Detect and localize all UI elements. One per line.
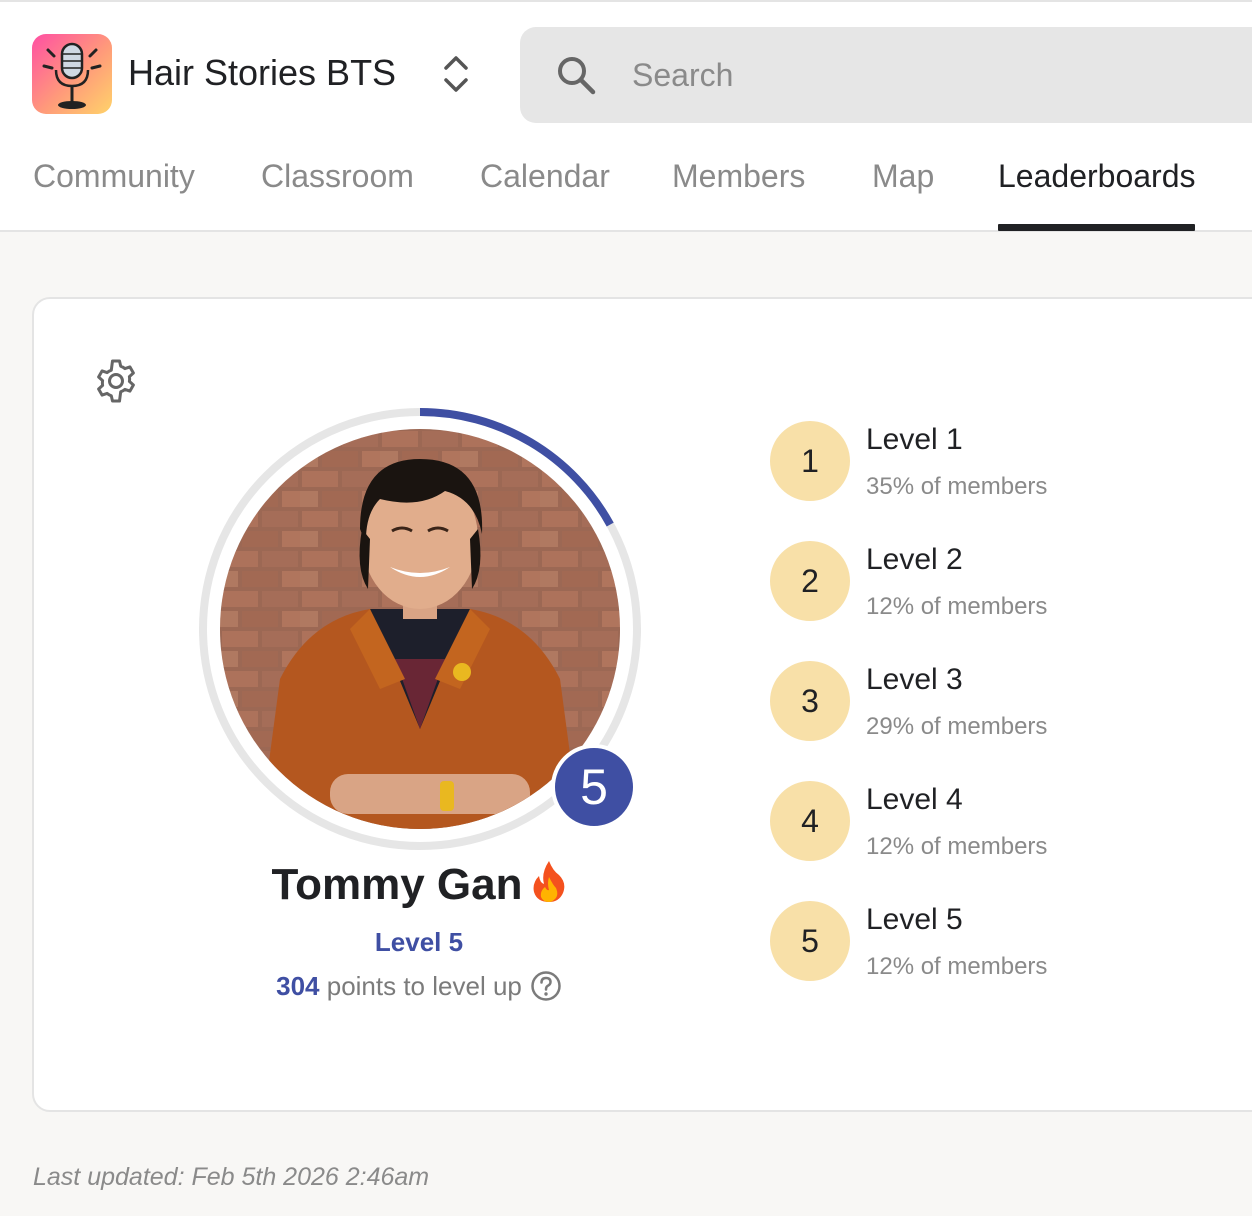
app-title[interactable]: Hair Stories BTS: [128, 52, 396, 94]
level-member-share: 35% of members: [866, 473, 1048, 500]
app-logo[interactable]: [32, 34, 112, 114]
nav-tabs: Community Classroom Calendar Members Map…: [0, 132, 1252, 232]
level-name: Level 2: [866, 543, 963, 576]
level-member-share: 29% of members: [866, 713, 1048, 740]
points-to-level-up: 304 points to level up: [34, 970, 804, 1002]
tab-members[interactable]: Members: [672, 158, 805, 195]
user-name-text: Tommy Gan: [271, 860, 523, 909]
search-input[interactable]: [632, 49, 1192, 101]
level-number-circle: 5: [770, 901, 850, 981]
user-level-label: Level 5: [374, 927, 464, 957]
avatar-with-progress: 5: [198, 407, 642, 851]
level-number-circle: 1: [770, 421, 850, 501]
leaderboard-card: 5 Tommy Gan Level 5 304 points to level …: [32, 297, 1252, 1112]
level-item-5: 5 Level 5 12% of members: [770, 899, 1250, 983]
tab-community[interactable]: Community: [33, 158, 195, 195]
top-header: Hair Stories BTS Community Classroom Cal…: [0, 0, 1252, 232]
points-value: 304: [276, 971, 320, 1001]
search-icon: [558, 57, 596, 95]
level-number-circle: 2: [770, 541, 850, 621]
fire-icon: [533, 861, 564, 902]
tab-leaderboards[interactable]: Leaderboards: [998, 158, 1195, 195]
gear-icon[interactable]: [92, 357, 140, 405]
points-suffix: points to level up: [326, 971, 522, 1001]
level-item-4: 4 Level 4 12% of members: [770, 779, 1250, 863]
level-member-share: 12% of members: [866, 593, 1048, 620]
question-circle-icon[interactable]: [530, 970, 562, 1002]
tab-calendar[interactable]: Calendar: [480, 158, 610, 195]
level-item-2: 2 Level 2 12% of members: [770, 539, 1250, 623]
community-switcher[interactable]: [436, 52, 476, 96]
level-name: Level 5: [866, 903, 963, 936]
level-name: Level 1: [866, 423, 963, 456]
level-number-circle: 3: [770, 661, 850, 741]
tab-classroom[interactable]: Classroom: [261, 158, 414, 195]
last-updated-timestamp: Last updated: Feb 5th 2026 2:46am: [33, 1163, 430, 1191]
level-member-share: 12% of members: [866, 833, 1048, 860]
search-box[interactable]: [520, 27, 1252, 123]
level-member-share: 12% of members: [866, 953, 1048, 980]
level-item-3: 3 Level 3 29% of members: [770, 659, 1250, 743]
level-name: Level 3: [866, 663, 963, 696]
active-tab-indicator: [998, 224, 1195, 231]
microphone-icon: [42, 42, 102, 109]
level-name: Level 4: [866, 783, 963, 816]
level-item-1: 1 Level 1 35% of members: [770, 419, 1250, 503]
level-number-circle: 4: [770, 781, 850, 861]
chevron-up-down-icon: [444, 56, 468, 92]
tab-map[interactable]: Map: [872, 158, 934, 195]
level-badge: 5: [551, 744, 637, 830]
user-name[interactable]: Tommy Gan: [34, 859, 804, 910]
